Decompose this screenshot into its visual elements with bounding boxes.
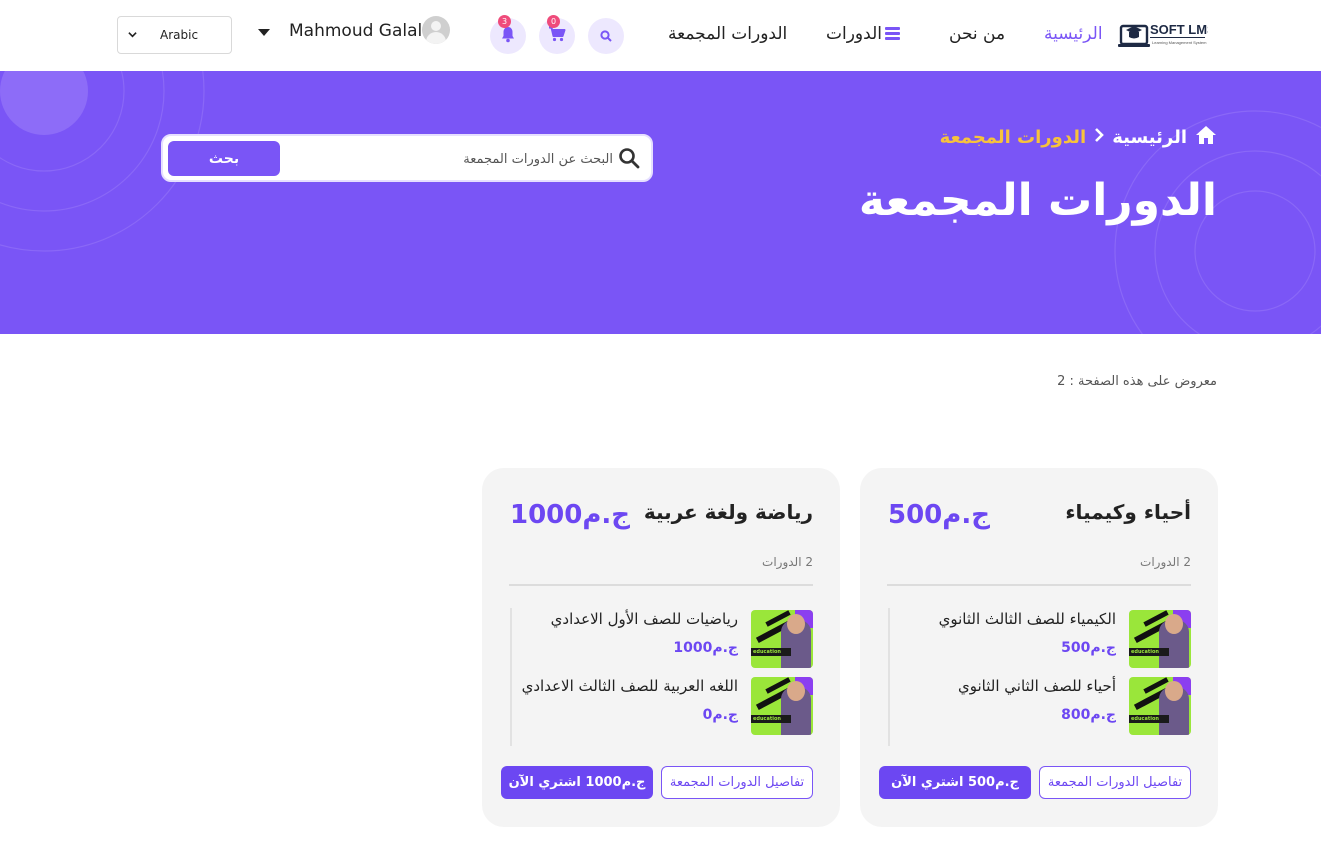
cart-badge: 0	[547, 15, 560, 28]
language-select-value: Arabic	[160, 28, 199, 42]
chevron-down-icon	[128, 29, 137, 42]
menu-icon[interactable]	[885, 27, 900, 40]
notifications-button[interactable]: 3	[490, 15, 526, 54]
course-price: ج.م800	[1061, 707, 1116, 723]
divider	[887, 584, 1191, 586]
nav-about[interactable]: من نحن	[949, 24, 1005, 44]
bundle-card: رياضة ولغة عربية ج.م1000 2 الدورات educa…	[482, 468, 840, 827]
bundle-price: ج.م1000	[510, 500, 631, 530]
bundle-course-list: education رياضيات للصف الأول الاعدادي ج.…	[510, 608, 813, 746]
nav-bundles[interactable]: الدورات المجمعة	[668, 24, 787, 44]
nav-home[interactable]: الرئيسية	[1044, 24, 1103, 44]
course-name: رياضيات للصف الأول الاعدادي	[550, 610, 738, 628]
home-icon[interactable]	[1195, 125, 1217, 150]
list-item[interactable]: education أحياء للصف الثاني الثانوي ج.م8…	[889, 675, 1191, 735]
course-thumbnail: education	[751, 610, 813, 668]
bell-icon	[500, 26, 516, 47]
caret-down-icon[interactable]	[258, 29, 270, 36]
search-icon	[618, 147, 640, 173]
page-hero: الرئيسية الدورات المجمعة الدورات المجمعة…	[0, 71, 1321, 334]
course-name: اللغه العربية للصف الثالث الاعدادي	[521, 677, 738, 695]
breadcrumb: الرئيسية الدورات المجمعة	[940, 125, 1217, 150]
list-item[interactable]: education رياضيات للصف الأول الاعدادي ج.…	[511, 608, 813, 668]
cart-button[interactable]: 0	[539, 15, 575, 54]
course-price: ج.م1000	[673, 640, 738, 656]
bundle-course-list: education الكيمياء للصف الثالث الثانوي ج…	[888, 608, 1191, 746]
course-name: الكيمياء للصف الثالث الثانوي	[938, 610, 1116, 628]
buy-now-button[interactable]: ج.م1000 اشتري الآن	[501, 766, 653, 799]
cart-icon	[548, 26, 566, 46]
breadcrumb-current: الدورات المجمعة	[939, 127, 1087, 148]
chevron-right-icon	[1094, 127, 1105, 148]
site-logo[interactable]: SOFT LMS Learning Management System	[1118, 18, 1216, 52]
bundle-course-count: 2 الدورات	[762, 555, 813, 569]
list-item[interactable]: education اللغه العربية للصف الثالث الاع…	[511, 675, 813, 735]
course-price: ج.م0	[702, 707, 738, 723]
svg-text:SOFT LMS: SOFT LMS	[1150, 22, 1208, 37]
course-price: ج.م500	[1061, 640, 1116, 656]
course-thumbnail: education	[751, 677, 813, 735]
search-submit-button[interactable]: بحث	[168, 141, 280, 176]
language-select[interactable]: Arabic	[117, 16, 232, 54]
list-item[interactable]: education الكيمياء للصف الثالث الثانوي ج…	[889, 608, 1191, 668]
bundle-title[interactable]: أحياء وكيمياء	[1065, 500, 1191, 524]
course-thumbnail: education	[1129, 610, 1191, 668]
divider	[509, 584, 813, 586]
bundle-card: أحياء وكيمياء ج.م500 2 الدورات education…	[860, 468, 1218, 827]
bundle-course-count: 2 الدورات	[1140, 555, 1191, 569]
avatar[interactable]	[422, 16, 450, 44]
results-count: معروض على هذه الصفحة : 2	[1057, 374, 1217, 389]
bundle-details-button[interactable]: تفاصيل الدورات المجمعة	[661, 766, 813, 799]
bundle-title[interactable]: رياضة ولغة عربية	[644, 500, 813, 524]
svg-text:Learning Management System: Learning Management System	[1152, 40, 1207, 45]
notifications-badge: 3	[498, 15, 511, 28]
search-input[interactable]	[287, 143, 613, 175]
search-button[interactable]	[588, 18, 624, 54]
nav-courses[interactable]: الدورات	[826, 24, 882, 44]
course-name: أحياء للصف الثاني الثانوي	[958, 677, 1116, 695]
user-name[interactable]: Mahmoud Galal	[289, 21, 422, 41]
bundle-details-button[interactable]: تفاصيل الدورات المجمعة	[1039, 766, 1191, 799]
search-form: بحث	[161, 134, 653, 182]
breadcrumb-home[interactable]: الرئيسية	[1112, 127, 1187, 148]
course-thumbnail: education	[1129, 677, 1191, 735]
top-navbar: Arabic Mahmoud Galal 3 0 الدورات المجمعة…	[0, 0, 1321, 71]
buy-now-button[interactable]: ج.م500 اشتري الآن	[879, 766, 1031, 799]
page-title: الدورات المجمعة	[858, 175, 1217, 226]
search-icon	[600, 27, 612, 46]
bundle-price: ج.م500	[888, 500, 990, 530]
